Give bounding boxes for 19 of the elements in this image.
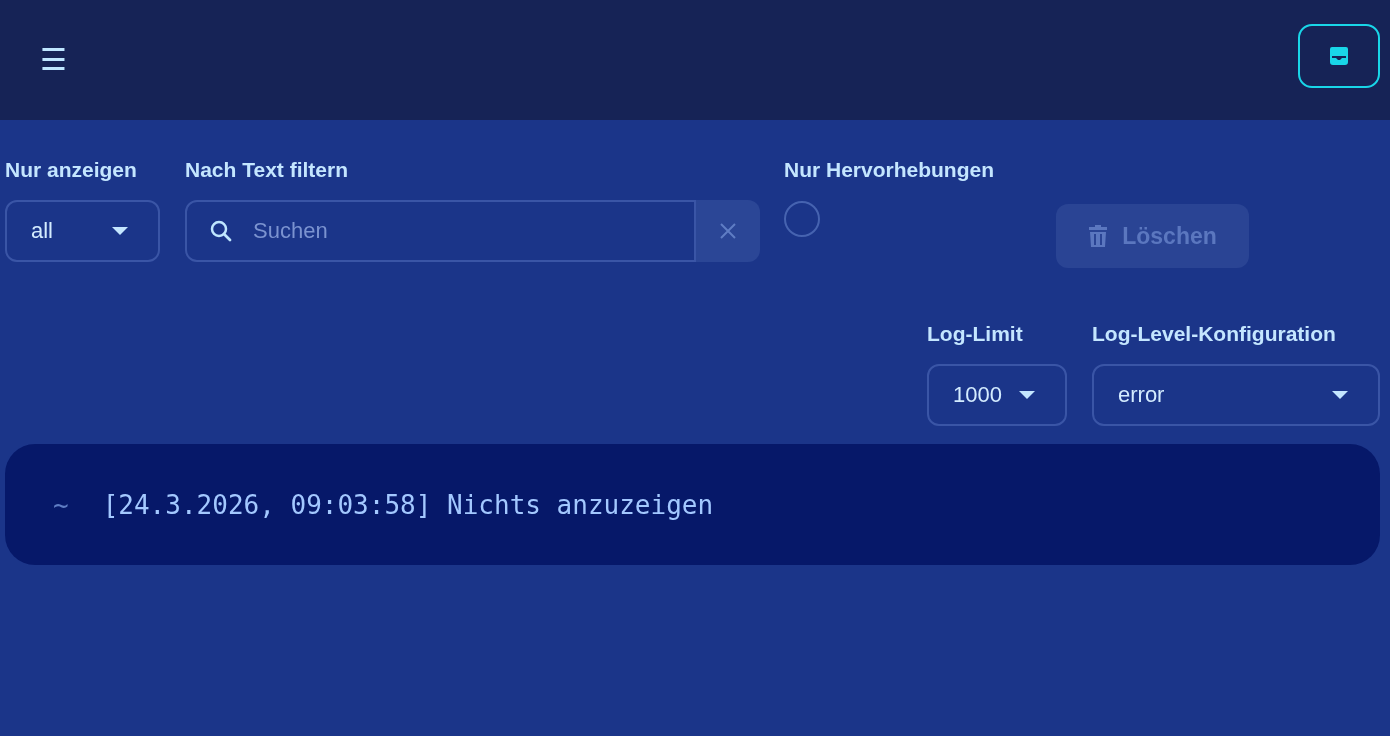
close-icon — [718, 221, 738, 241]
menu-icon[interactable]: ☰ — [40, 45, 67, 75]
highlights-toggle[interactable] — [784, 201, 820, 237]
dropdown-select[interactable]: error — [1092, 364, 1380, 426]
field-label: Nur anzeigen — [5, 158, 138, 182]
dropdown-select[interactable]: 1000 — [927, 364, 1067, 426]
search-icon — [209, 219, 233, 243]
log-message: [24.3.2026, 09:03:58] Nichts anzuzeigen — [102, 489, 714, 520]
search-field[interactable]: Suchen — [185, 200, 696, 262]
line-marker: ~ — [53, 489, 69, 520]
field-label: Log-Level-Konfiguration — [1092, 322, 1337, 346]
inbox-button[interactable] — [1298, 24, 1380, 88]
show-only-select[interactable]: all — [5, 200, 160, 262]
clear-button[interactable] — [696, 200, 760, 262]
field-label: Log-Limit — [927, 322, 1024, 346]
inbox-icon — [1327, 46, 1351, 66]
trash-icon — [1088, 224, 1109, 248]
field-label: Nur Hervorhebungen — [784, 158, 996, 182]
field-label: Nach Text filtern — [185, 158, 349, 182]
